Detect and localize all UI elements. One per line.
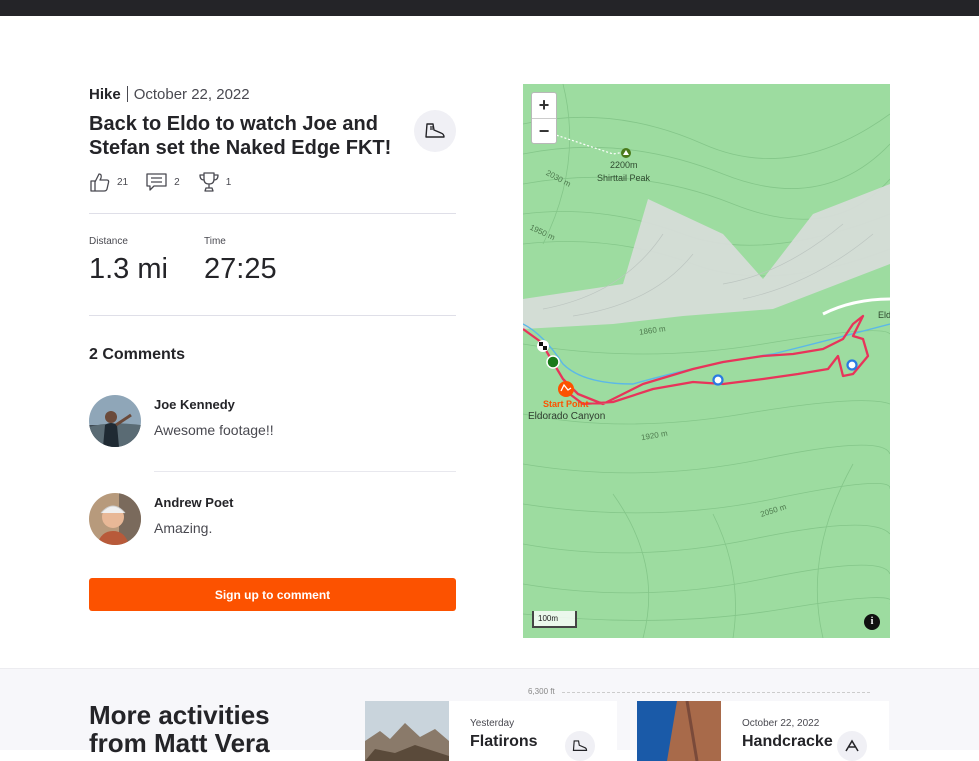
commenter-name[interactable]: Andrew Poet [154, 495, 233, 510]
kudos-button[interactable]: 21 [89, 172, 128, 192]
zoom-out-button[interactable]: − [532, 118, 556, 143]
activity-type: Hike [89, 86, 121, 103]
avatar[interactable] [89, 395, 141, 447]
stat-time: Time 27:25 [204, 236, 319, 286]
map-terrain [523, 84, 890, 638]
activity-card-title: Handcracke [742, 733, 833, 750]
meta-divider [126, 86, 128, 102]
map-place-label: Eldorado Canyon [528, 411, 606, 422]
stats-row: Distance 1.3 mi Time 27:25 [89, 236, 319, 286]
activity-thumbnail [637, 701, 721, 761]
more-activities-section: More activities from Matt Vera 6,300 ft … [0, 668, 979, 761]
stat-label: Distance [89, 236, 128, 247]
comment-item: Joe Kennedy Awesome footage!! [89, 395, 456, 447]
kudos-count: 21 [117, 176, 129, 188]
comment-item: Andrew Poet Amazing. [89, 493, 456, 545]
activity-card-date: October 22, 2022 [742, 718, 820, 729]
activity-title: Back to Eldo to watch Joe and Stefan set… [89, 113, 392, 159]
activity-meta: Hike October 22, 2022 [89, 84, 456, 106]
activity-map[interactable]: 2200m Shirttail Peak 2030 m 1950 m 1860 … [523, 84, 890, 638]
climbing-icon [837, 731, 867, 761]
activity-card[interactable]: October 22, 2022 Handcracke [637, 701, 889, 761]
hiking-boot-icon [565, 731, 595, 761]
comments-button[interactable]: 2 [146, 173, 180, 191]
zoom-in-button[interactable]: + [532, 93, 556, 118]
map-peak-name: Shirttail Peak [597, 173, 651, 183]
trophy-icon [199, 172, 219, 192]
top-nav-bar [0, 0, 979, 16]
comment-text: Amazing. [154, 520, 213, 536]
info-icon[interactable]: i [864, 614, 880, 630]
stat-value: 27:25 [204, 253, 277, 285]
divider [89, 213, 456, 214]
social-row: 21 2 1 [89, 172, 249, 192]
commenter-name[interactable]: Joe Kennedy [154, 397, 235, 412]
map-edge-label: Eld [878, 310, 890, 320]
map-scale-bar: 100m [532, 611, 577, 628]
activity-card-date: Yesterday [470, 718, 515, 729]
hiking-boot-icon [414, 110, 456, 152]
achievement-count: 1 [225, 176, 232, 188]
achievements-button[interactable]: 1 [198, 172, 232, 192]
elevation-gridline [562, 692, 870, 693]
comment-divider [154, 471, 456, 472]
comment-count: 2 [174, 176, 180, 188]
activity-date: October 22, 2022 [133, 86, 250, 103]
divider [89, 315, 456, 316]
stat-value: 1.3 mi [89, 253, 168, 285]
map-start-label: Start Point [543, 399, 589, 409]
sign-up-to-comment-button[interactable]: Sign up to comment [89, 578, 456, 611]
more-activities-heading: More activities from Matt Vera [89, 700, 270, 758]
map-peak-elevation: 2200m [610, 160, 638, 170]
activity-card[interactable]: Yesterday Flatirons [365, 701, 617, 761]
activity-card-title: Flatirons [470, 733, 538, 750]
zoom-control: + − [531, 92, 557, 144]
activity-thumbnail [365, 701, 449, 761]
stat-label: Time [204, 236, 226, 247]
comment-text: Awesome footage!! [154, 422, 274, 438]
avatar[interactable] [89, 493, 141, 545]
comments-heading: 2 Comments [89, 346, 186, 363]
thumbs-up-icon [90, 173, 110, 192]
activity-summary: Hike October 22, 2022 Back to Eldo to wat… [89, 84, 456, 611]
elevation-label: 6,300 ft [528, 687, 555, 696]
comment-icon [146, 173, 167, 191]
stat-distance: Distance 1.3 mi [89, 236, 204, 286]
